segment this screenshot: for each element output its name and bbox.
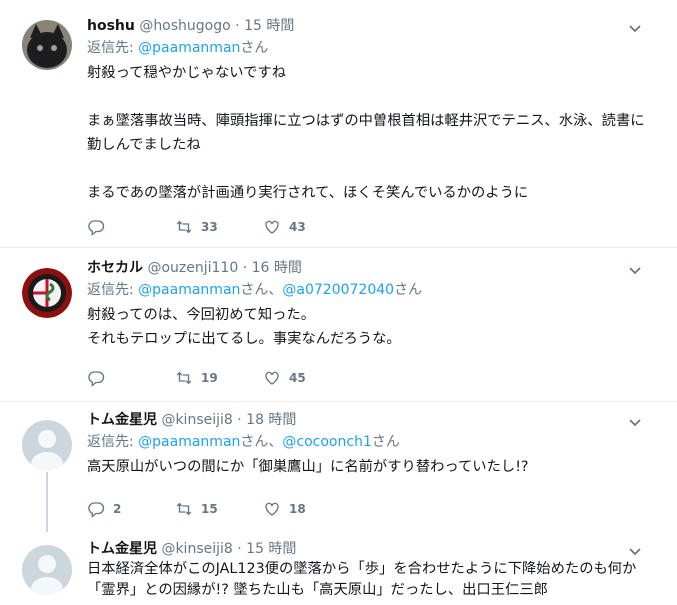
reply-context: 返信先: @paamanmanさん、@a0720072040さん <box>87 280 657 300</box>
reply-suffix: さん <box>240 434 269 450</box>
retweet-button[interactable]: 33 <box>175 218 263 236</box>
reply-prefix: 返信先: <box>87 40 139 56</box>
reply-separator: 、 <box>268 434 283 450</box>
reply-suffix: さん <box>240 40 269 56</box>
avatar[interactable] <box>22 420 72 470</box>
like-count: 43 <box>289 220 306 234</box>
tweet-text: 射殺って穏やかじゃないですね まぁ墜落事故当時、陣頭指揮に立つはずの中曽根首相は… <box>87 65 645 201</box>
retweet-count: 33 <box>201 220 218 234</box>
tweet-header: ホセカル @ouzenji110 · 16 時間 <box>87 258 657 278</box>
avatar[interactable] <box>22 545 72 595</box>
tweet-2[interactable]: ホセカル @ouzenji110 · 16 時間 返信先: @paamanman… <box>0 248 677 402</box>
tweet-header: hoshu @hoshugogo · 15 時間 <box>87 16 657 36</box>
dot-separator: · <box>232 541 247 557</box>
reply-button[interactable]: 2 <box>87 500 175 518</box>
user-handle[interactable]: @kinseiji8 <box>161 541 232 557</box>
chevron-down-icon[interactable] <box>627 543 643 559</box>
tweet-text: 射殺ってのは、今回初めて知った。 それもテロップに出てるし。事実なんだろうな。 <box>87 307 401 347</box>
tweet-3[interactable]: トム金星児 @kinseiji8 · 18 時間 返信先: @paamanman… <box>0 402 677 537</box>
avatar[interactable] <box>22 20 72 70</box>
reply-suffix: さん <box>371 434 400 450</box>
reply-button[interactable] <box>87 218 175 236</box>
reply-count: 2 <box>113 502 122 516</box>
tweet-header: トム金星児 @kinseiji8 · 15 時間 <box>87 539 657 559</box>
reply-mention[interactable]: @paamanman <box>138 434 240 450</box>
like-count: 45 <box>289 371 306 385</box>
dot-separator: · <box>238 260 252 276</box>
tweet-text: 高天原山がいつの間にか「御巣鷹山」に名前がすり替わっていたし!? <box>87 459 529 475</box>
timestamp[interactable]: 15 時間 <box>246 541 296 557</box>
heart-icon <box>265 220 279 234</box>
reply-prefix: 返信先: <box>87 434 139 450</box>
reply-icon <box>88 220 105 236</box>
thread: トム金星児 @kinseiji8 · 18 時間 返信先: @paamanman… <box>0 402 677 605</box>
reply-separator: 、 <box>268 282 283 298</box>
retweet-button[interactable]: 19 <box>175 369 263 387</box>
like-button[interactable]: 43 <box>263 218 351 236</box>
heart-icon <box>265 502 279 516</box>
retweet-count: 19 <box>201 371 218 385</box>
retweet-icon <box>176 502 192 516</box>
reply-mention[interactable]: @cocoonch1 <box>282 434 371 450</box>
timestamp[interactable]: 16 時間 <box>252 260 302 276</box>
reply-prefix: 返信先: <box>87 282 139 298</box>
reply-context: 返信先: @paamanmanさん <box>87 38 657 58</box>
retweet-icon <box>176 371 192 385</box>
tweet-4[interactable]: トム金星児 @kinseiji8 · 15 時間 日本経済全体がこのJAL123… <box>0 537 677 605</box>
user-name[interactable]: hoshu <box>87 18 135 34</box>
like-button[interactable]: 18 <box>263 500 351 518</box>
chevron-down-icon[interactable] <box>627 414 643 430</box>
reply-suffix: さん <box>394 282 423 298</box>
reply-icon <box>88 371 105 387</box>
dot-separator: · <box>230 18 245 34</box>
user-handle[interactable]: @kinseiji8 <box>161 412 232 428</box>
retweet-button[interactable]: 15 <box>175 500 263 518</box>
avatar[interactable] <box>22 268 72 318</box>
tweet-1[interactable]: hoshu @hoshugogo · 15 時間 返信先: @paamanman… <box>0 0 677 248</box>
reply-button[interactable] <box>87 369 175 387</box>
user-handle[interactable]: @hoshugogo <box>139 18 230 34</box>
reply-context: 返信先: @paamanmanさん、@cocoonch1さん <box>87 432 657 452</box>
chevron-down-icon[interactable] <box>627 20 643 36</box>
reply-mention[interactable]: @paamanman <box>138 40 240 56</box>
retweet-count: 15 <box>201 502 218 516</box>
reply-icon <box>88 502 105 518</box>
chevron-down-icon[interactable] <box>627 262 643 278</box>
dot-separator: · <box>232 412 247 428</box>
tweet-actions: 2 15 18 <box>87 500 351 518</box>
retweet-icon <box>176 220 192 234</box>
user-name[interactable]: ホセカル <box>87 260 143 276</box>
user-handle[interactable]: @ouzenji110 <box>147 260 238 276</box>
timestamp[interactable]: 18 時間 <box>246 412 296 428</box>
tweet-header: トム金星児 @kinseiji8 · 18 時間 <box>87 410 657 430</box>
tweet-actions: 33 43 <box>87 218 351 236</box>
reply-suffix: さん <box>240 282 269 298</box>
timestamp[interactable]: 15 時間 <box>244 18 294 34</box>
tweet-text: 日本経済全体がこのJAL123便の墜落から「歩」を合わせたように下降始めたのも何… <box>87 561 637 598</box>
tweet-actions: 19 45 <box>87 369 351 387</box>
reply-mention[interactable]: @a0720072040 <box>282 282 394 298</box>
user-name[interactable]: トム金星児 <box>87 541 157 557</box>
reply-mention[interactable]: @paamanman <box>138 282 240 298</box>
like-count: 18 <box>289 502 306 516</box>
like-button[interactable]: 45 <box>263 369 351 387</box>
heart-icon <box>265 371 279 385</box>
user-name[interactable]: トム金星児 <box>87 412 157 428</box>
